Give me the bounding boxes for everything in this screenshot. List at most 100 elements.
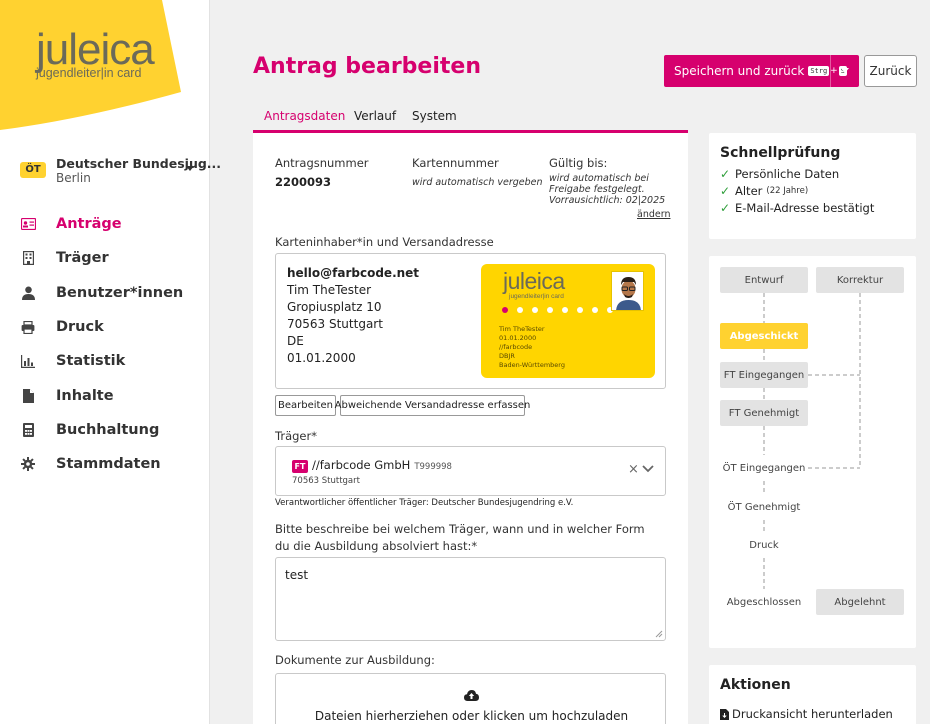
quick-check-title: Schnellprüfung bbox=[720, 145, 841, 161]
nav-item-traeger[interactable]: Träger bbox=[20, 241, 183, 275]
status-abgeschickt[interactable]: Abgeschickt bbox=[720, 323, 808, 349]
file-download-icon bbox=[720, 708, 729, 720]
avatar bbox=[611, 271, 644, 311]
tab-bar: Antragsdaten Verlauf System bbox=[253, 106, 688, 133]
traeger-select[interactable]: FT //farbcode GmbH T999998 70563 Stuttgar… bbox=[275, 446, 666, 496]
nav-label: Anträge bbox=[56, 216, 122, 233]
juleica-card-preview: juleica jugendleiter|in card Tim TheTest… bbox=[481, 264, 655, 378]
page-title: Antrag bearbeiten bbox=[253, 54, 481, 79]
kartennummer-label: Kartennummer bbox=[412, 156, 499, 170]
save-options-dropdown[interactable] bbox=[830, 55, 859, 87]
nav-label: Inhalte bbox=[56, 387, 114, 404]
training-question: Bitte beschreibe bei welchem Träger, wan… bbox=[275, 522, 645, 553]
chevron-down-icon[interactable] bbox=[642, 462, 654, 476]
save-and-back-button[interactable]: Speichern und zurück Strg + S bbox=[664, 55, 859, 87]
training-answer-value: test bbox=[285, 568, 309, 582]
training-answer-input[interactable]: test bbox=[275, 557, 666, 641]
checkmark-icon: ✓ bbox=[720, 184, 731, 198]
caret-down-icon bbox=[841, 68, 849, 73]
status-ft-eingegangen[interactable]: FT Eingegangen bbox=[720, 362, 808, 388]
gueltig-label: Gültig bis: bbox=[549, 156, 608, 170]
tab-system[interactable]: System bbox=[412, 109, 457, 123]
actions-title: Aktionen bbox=[720, 677, 791, 693]
upload-dropzone[interactable]: Dateien hierherziehen oder klicken um ho… bbox=[275, 673, 666, 724]
logo-subtitle: jugendleiter|in card bbox=[36, 66, 142, 80]
tab-verlauf[interactable]: Verlauf bbox=[354, 109, 396, 123]
back-button[interactable]: Zurück bbox=[864, 55, 917, 87]
calculator-icon bbox=[20, 422, 36, 438]
sidebar: juleica jugendleiter|in card ÖT Deutsche… bbox=[0, 0, 221, 724]
traeger-city: 70563 Stuttgart bbox=[292, 476, 360, 486]
check-email: ✓ E-Mail-Adresse bestätigt bbox=[720, 201, 875, 215]
address-box: hello@farbcode.net Tim TheTester Gropius… bbox=[275, 253, 666, 389]
address-email: hello@farbcode.net bbox=[287, 266, 420, 280]
nav-item-benutzer[interactable]: Benutzer*innen bbox=[20, 276, 183, 310]
antragsnummer-label: Antragsnummer bbox=[275, 156, 369, 170]
status-oet-genehmigt[interactable]: ÖT Genehmigt bbox=[720, 494, 808, 520]
nav-item-buchhaltung[interactable]: Buchhaltung bbox=[20, 413, 183, 447]
nav-label: Stammdaten bbox=[56, 456, 161, 473]
check-personal-data: ✓ Persönliche Daten bbox=[720, 167, 840, 181]
nav-label: Druck bbox=[56, 319, 104, 336]
checkmark-icon: ✓ bbox=[720, 201, 731, 215]
traeger-note: Verantwortlicher öffentlicher Träger: De… bbox=[275, 498, 574, 508]
status-entwurf[interactable]: Entwurf bbox=[720, 267, 808, 293]
application-form: Antragsnummer 2200093 Kartennummer wird … bbox=[253, 133, 688, 724]
nav-label: Buchhaltung bbox=[56, 421, 160, 438]
nav-item-druck[interactable]: Druck bbox=[20, 310, 183, 344]
address-city: 70563 Stuttgart bbox=[287, 317, 383, 331]
cloud-upload-icon bbox=[464, 690, 479, 701]
document-icon bbox=[20, 388, 36, 404]
nav-label: Statistik bbox=[56, 353, 126, 370]
kartennummer-value: wird automatisch vergeben bbox=[412, 177, 543, 188]
download-print-view-link[interactable]: Druckansicht herunterladen bbox=[720, 707, 893, 721]
status-oet-eingegangen[interactable]: ÖT Eingegangen bbox=[720, 455, 808, 481]
gueltig-line-2: Freigabe festgelegt. bbox=[549, 184, 645, 195]
nav-item-statistik[interactable]: Statistik bbox=[20, 344, 183, 378]
organization-switcher[interactable]: ÖT Deutscher Bundesjug... Berlin bbox=[20, 156, 221, 186]
actions-panel: Aktionen Druckansicht herunterladen bbox=[709, 665, 916, 724]
nav-item-antraege[interactable]: Anträge bbox=[20, 207, 183, 241]
caret-down-icon bbox=[186, 166, 194, 171]
card-state: Baden-Württemberg bbox=[499, 361, 565, 369]
alternate-address-button[interactable]: Abweichende Versandadresse erfassen bbox=[335, 395, 530, 416]
status-korrektur[interactable]: Korrektur bbox=[816, 267, 904, 293]
gear-icon bbox=[20, 456, 36, 472]
status-abgeschlossen[interactable]: Abgeschlossen bbox=[720, 589, 808, 615]
nav-label: Träger bbox=[56, 250, 109, 267]
upload-hint: Dateien hierherziehen oder klicken um ho… bbox=[314, 709, 629, 723]
workflow-diagram: Entwurf Korrektur Abgeschickt FT Eingega… bbox=[709, 256, 916, 648]
id-card-icon bbox=[20, 216, 36, 232]
clear-icon[interactable]: × bbox=[628, 462, 639, 477]
card-org: //farbcode bbox=[499, 343, 533, 351]
age-note: (22 Jahre) bbox=[766, 186, 809, 196]
building-icon bbox=[20, 250, 36, 266]
status-druck[interactable]: Druck bbox=[720, 532, 808, 558]
org-city: Berlin bbox=[56, 171, 91, 185]
resize-handle-icon[interactable] bbox=[655, 630, 663, 638]
save-button-label: Speichern und zurück bbox=[674, 64, 805, 78]
traeger-label: Träger* bbox=[275, 429, 317, 443]
user-icon bbox=[20, 285, 36, 301]
status-ft-genehmigt[interactable]: FT Genehmigt bbox=[720, 400, 808, 426]
quick-check-panel: Schnellprüfung ✓ Persönliche Daten ✓ Alt… bbox=[709, 133, 916, 239]
antragsnummer-value: 2200093 bbox=[275, 175, 332, 189]
holder-label: Karteninhaber*in und Versandadresse bbox=[275, 235, 494, 249]
address-birthdate: 01.01.2000 bbox=[287, 351, 356, 365]
nav-item-inhalte[interactable]: Inhalte bbox=[20, 378, 183, 412]
docs-label: Dokumente zur Ausbildung: bbox=[275, 653, 435, 667]
card-umbrella: DBJR bbox=[499, 352, 515, 360]
edit-address-button[interactable]: Bearbeiten bbox=[275, 395, 336, 416]
traeger-name: //farbcode GmbH T999998 bbox=[312, 458, 452, 472]
kbd-ctrl: Strg bbox=[808, 66, 830, 76]
address-street: Gropiusplatz 10 bbox=[287, 300, 382, 314]
nav-item-stammdaten[interactable]: Stammdaten bbox=[20, 447, 183, 481]
change-validity-link[interactable]: ändern bbox=[637, 209, 670, 220]
nav-label: Benutzer*innen bbox=[56, 284, 184, 301]
status-abgelehnt[interactable]: Abgelehnt bbox=[816, 589, 904, 615]
bar-chart-icon bbox=[20, 353, 36, 369]
printer-icon bbox=[20, 319, 36, 335]
tab-antragsdaten[interactable]: Antragsdaten bbox=[264, 109, 345, 123]
card-birthdate: 01.01.2000 bbox=[499, 334, 537, 342]
main-nav: Anträge Träger Benutzer*innen Druck Stat… bbox=[20, 207, 183, 481]
